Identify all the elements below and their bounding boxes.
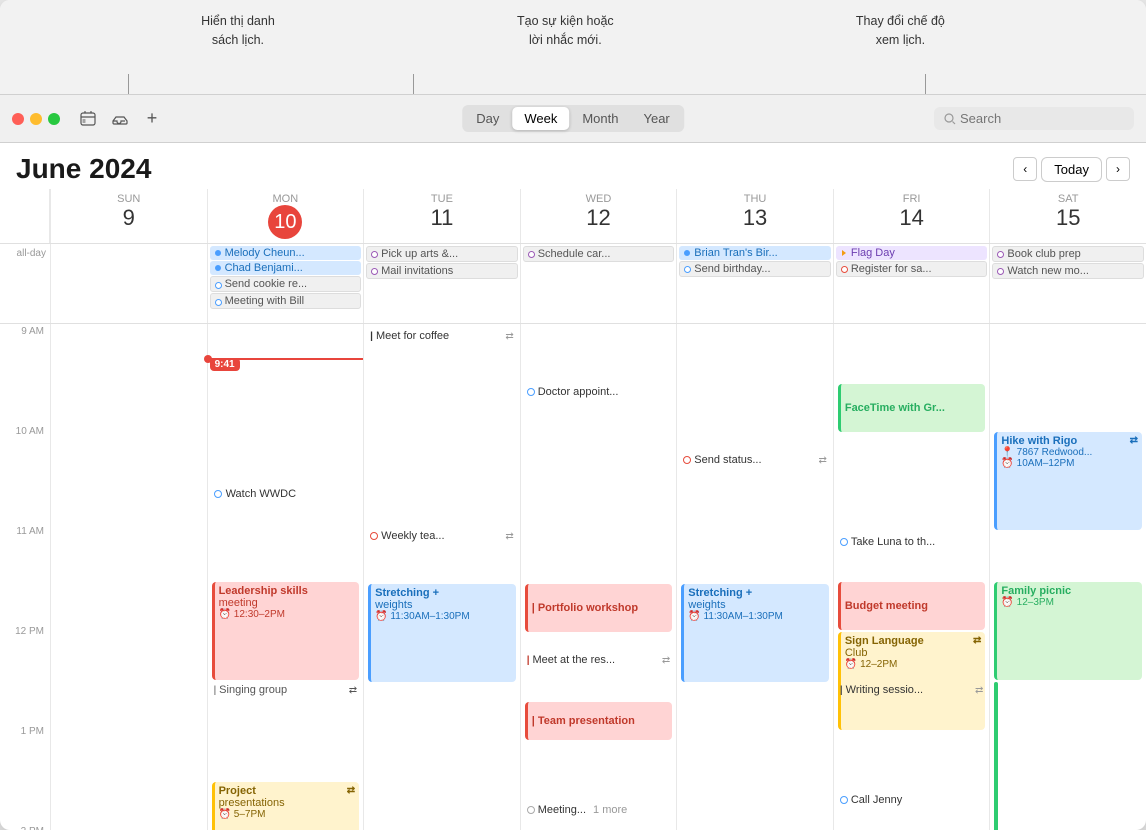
calendar-grid: SUN 9 MON 10 TUE 11 WED 12 THU 13 FRI 14 xyxy=(0,189,1146,830)
event-book-club[interactable]: Book club prep xyxy=(992,246,1144,262)
inbox-icon[interactable] xyxy=(108,107,132,131)
event-watch-new[interactable]: Watch new mo... xyxy=(992,263,1144,279)
event-singing-group[interactable]: | Singing group ⇄ xyxy=(212,682,360,698)
calendar-sidebar-icon[interactable] xyxy=(76,107,100,131)
day-header-thu: THU 13 xyxy=(676,189,833,243)
event-meet-coffee[interactable]: | Meet for coffee ⇄ xyxy=(368,328,516,344)
next-week-button[interactable]: › xyxy=(1106,157,1130,181)
search-box[interactable] xyxy=(934,107,1134,130)
col-mon: 9:41 Watch WWDC Leadership skills meetin… xyxy=(207,324,364,830)
calendar-title: June 2024 xyxy=(16,153,151,185)
calendar-nav: ‹ Today › xyxy=(1013,157,1130,182)
close-button[interactable] xyxy=(12,113,24,125)
tab-month[interactable]: Month xyxy=(570,107,630,130)
event-send-birthday[interactable]: Send birthday... xyxy=(679,261,831,277)
prev-week-button[interactable]: ‹ xyxy=(1013,157,1037,181)
event-mail-inv[interactable]: Mail invitations xyxy=(366,263,518,279)
search-input[interactable] xyxy=(960,111,1110,126)
maximize-button[interactable] xyxy=(48,113,60,125)
event-send-status[interactable]: Send status... ⇄ xyxy=(681,452,829,468)
view-tabs: Day Week Month Year xyxy=(462,105,684,132)
col-thu: Send status... ⇄ Stretching + weights ⏰ … xyxy=(676,324,833,830)
day-header-sun: SUN 9 xyxy=(50,189,207,243)
allday-label: all-day xyxy=(0,244,50,323)
annotation-1: Hiển thị danhsách lịch. xyxy=(201,12,275,50)
event-chad[interactable]: Chad Benjami... xyxy=(210,261,362,275)
time-grid: 9 AM 10 AM 11 AM 12 PM 1 PM 2 PM 3 PM 4 … xyxy=(0,324,1146,830)
tab-year[interactable]: Year xyxy=(631,107,681,130)
allday-tue: Pick up arts &... Mail invitations xyxy=(363,244,520,323)
allday-wed: Schedule car... xyxy=(520,244,677,323)
event-stretching-thu[interactable]: Stretching + weights ⏰ 11:30AM–1:30PM xyxy=(681,584,829,682)
event-leadership[interactable]: Leadership skills meeting ⏰ 12:30–2PM xyxy=(212,582,360,680)
event-melody[interactable]: Melody Cheun... xyxy=(210,246,362,260)
day-header-wed: WED 12 xyxy=(520,189,677,243)
event-meeting-more[interactable]: Meeting... 1 more xyxy=(525,802,673,818)
event-brian-bday[interactable]: Brian Tran's Bir... xyxy=(679,246,831,260)
search-icon xyxy=(944,113,956,125)
tab-week[interactable]: Week xyxy=(512,107,569,130)
event-hike[interactable]: Hike with Rigo⇄ 📍 7867 Redwood... ⏰ 10AM… xyxy=(994,432,1142,530)
annotation-2: Tạo sự kiện hoặclời nhắc mới. xyxy=(517,12,614,50)
tab-day[interactable]: Day xyxy=(464,107,511,130)
event-portfolio[interactable]: | Portfolio workshop xyxy=(525,584,673,632)
event-schedule-car[interactable]: Schedule car... xyxy=(523,246,675,262)
annotation-3: Thay đổi chế độxem lịch. xyxy=(856,12,945,50)
day-header-mon: MON 10 xyxy=(207,189,364,243)
minimize-button[interactable] xyxy=(30,113,42,125)
event-stretching-tue[interactable]: Stretching + weights ⏰ 11:30AM–1:30PM xyxy=(368,584,516,682)
traffic-lights xyxy=(12,113,60,125)
allday-sat: Book club prep Watch new mo... xyxy=(989,244,1146,323)
col-wed: Doctor appoint... | Portfolio workshop |… xyxy=(520,324,677,830)
day-headers: SUN 9 MON 10 TUE 11 WED 12 THU 13 FRI 14 xyxy=(0,189,1146,244)
allday-mon: Melody Cheun... Chad Benjami... Send coo… xyxy=(207,244,364,323)
allday-sun xyxy=(50,244,207,323)
col-sun xyxy=(50,324,207,830)
event-luna[interactable]: Take Luna to th... xyxy=(838,534,986,550)
day-header-fri: FRI 14 xyxy=(833,189,990,243)
col-sat: Hike with Rigo⇄ 📍 7867 Redwood... ⏰ 10AM… xyxy=(989,324,1146,830)
event-facetime[interactable]: FaceTime with Gr... xyxy=(838,384,986,432)
event-watch-wwdc[interactable]: Watch WWDC xyxy=(212,486,360,502)
event-sign-language[interactable]: Sign Language⇄ Club ⏰ 12–2PM xyxy=(838,632,986,730)
event-family-picnic[interactable]: Family picnic ⏰ 12–3PM xyxy=(994,582,1142,680)
allday-thu: Brian Tran's Bir... Send birthday... xyxy=(676,244,833,323)
current-time-badge: 9:41 xyxy=(210,358,240,371)
col-tue: | Meet for coffee ⇄ Weekly tea... ⇄ Stre… xyxy=(363,324,520,830)
allday-fri: Flag Day Register for sa... xyxy=(833,244,990,323)
allday-row: all-day Melody Cheun... Chad Benjami... … xyxy=(0,244,1146,324)
today-button[interactable]: Today xyxy=(1041,157,1102,182)
event-meet-res[interactable]: | Meet at the res... ⇄ xyxy=(525,652,673,668)
event-flag-day[interactable]: Flag Day xyxy=(836,246,988,260)
event-doctor[interactable]: Doctor appoint... xyxy=(525,384,673,400)
event-meeting-bill[interactable]: Meeting with Bill xyxy=(210,293,362,309)
event-register[interactable]: Register for sa... xyxy=(836,261,988,277)
event-project-presentations[interactable]: Project⇄ presentations ⏰ 5–7PM xyxy=(212,782,360,830)
event-budget[interactable]: Budget meeting xyxy=(838,582,986,630)
event-send-cookie[interactable]: Send cookie re... xyxy=(210,276,362,292)
event-weekly-tea[interactable]: Weekly tea... ⇄ xyxy=(368,528,516,544)
add-event-button[interactable]: + xyxy=(140,107,164,131)
calendar-header: June 2024 ‹ Today › xyxy=(0,143,1146,189)
titlebar: + Day Week Month Year xyxy=(0,95,1146,143)
col-fri: FaceTime with Gr... Take Luna to th... B… xyxy=(833,324,990,830)
event-pickup-arts[interactable]: Pick up arts &... xyxy=(366,246,518,262)
event-call-jenny[interactable]: Call Jenny xyxy=(838,792,986,808)
event-sat-bar xyxy=(994,682,998,830)
time-labels: 9 AM 10 AM 11 AM 12 PM 1 PM 2 PM 3 PM 4 … xyxy=(0,324,50,830)
day-header-tue: TUE 11 xyxy=(363,189,520,243)
day-header-sat: SAT 15 xyxy=(989,189,1146,243)
event-writing[interactable]: | Writing sessio... ⇄ xyxy=(838,682,986,698)
event-team-pres[interactable]: | Team presentation xyxy=(525,702,673,740)
